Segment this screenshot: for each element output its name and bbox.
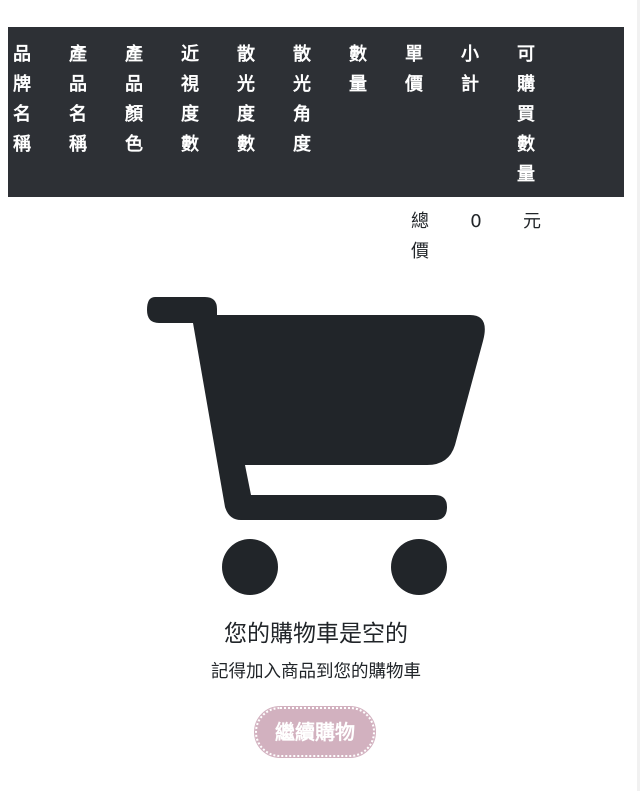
column-header-char: 牌 — [13, 74, 31, 95]
column-header-char: 品 — [125, 74, 143, 95]
cart-totals-row: 總 價 0 元 — [8, 197, 624, 267]
column-header-char: 數 — [349, 44, 367, 65]
shopping-cart-icon — [147, 297, 485, 595]
empty-cart-title: 您的購物車是空的 — [224, 621, 408, 647]
column-header-char: 數 — [181, 134, 199, 155]
column-header-char: 稱 — [13, 134, 31, 155]
column-header-char: 購 — [517, 74, 535, 95]
column-header-char: 買 — [517, 104, 535, 125]
column-header: 數量 — [347, 40, 369, 100]
column-header-char: 度 — [293, 134, 311, 155]
column-header-char: 名 — [69, 104, 87, 125]
column-header-char: 散 — [237, 44, 255, 65]
column-header: 小計 — [459, 40, 481, 100]
column-header-char: 散 — [293, 44, 311, 65]
column-header-char: 產 — [69, 44, 87, 65]
column-header-char: 度 — [181, 104, 199, 125]
total-label: 總 價 — [409, 207, 431, 267]
column-header-char: 色 — [125, 134, 143, 155]
column-header-char: 品 — [13, 44, 31, 65]
column-header-char: 產 — [125, 44, 143, 65]
column-header: 單價 — [403, 40, 425, 100]
column-header-char: 近 — [181, 44, 199, 65]
column-header-char: 價 — [405, 74, 423, 95]
empty-cart-subtitle: 記得加入商品到您的購物車 — [211, 662, 421, 682]
cart-table-header: 品牌名稱產品名稱產品顏色近視度數散光度數散光角度數量單價小計可購買數量 — [8, 27, 624, 197]
continue-shopping-button[interactable]: 繼續購物 — [254, 706, 376, 758]
column-header-char: 單 — [405, 44, 423, 65]
column-header-char: 角 — [293, 104, 311, 125]
column-header: 散光角度 — [291, 40, 313, 160]
column-header: 可購買數量 — [515, 40, 537, 190]
column-header-char: 量 — [349, 74, 367, 95]
column-header-char: 名 — [13, 104, 31, 125]
column-header-char: 顏 — [125, 104, 143, 125]
column-header-char: 計 — [461, 74, 479, 95]
column-header-char: 量 — [517, 164, 535, 185]
column-header: 品牌名稱 — [11, 40, 33, 160]
total-label-char: 總 — [411, 211, 429, 232]
column-header-char: 小 — [461, 44, 479, 65]
column-header: 近視度數 — [179, 40, 201, 160]
column-header-char: 度 — [237, 104, 255, 125]
cart-table: 品牌名稱產品名稱產品顏色近視度數散光度數散光角度數量單價小計可購買數量 總 價 … — [8, 27, 624, 267]
column-header-char: 稱 — [69, 134, 87, 155]
column-header: 產品顏色 — [123, 40, 145, 160]
column-header-char: 數 — [517, 134, 535, 155]
column-header-char: 數 — [237, 134, 255, 155]
column-header-char: 視 — [181, 74, 199, 95]
column-header-char: 可 — [517, 44, 535, 65]
column-header: 散光度數 — [235, 40, 257, 160]
column-header-char: 光 — [237, 74, 255, 95]
total-value: 0 — [470, 211, 482, 232]
total-label-char: 價 — [411, 241, 429, 262]
column-header-char: 光 — [293, 74, 311, 95]
column-header-char: 品 — [69, 74, 87, 95]
column-header: 產品名稱 — [67, 40, 89, 160]
total-currency: 元 — [523, 211, 541, 232]
